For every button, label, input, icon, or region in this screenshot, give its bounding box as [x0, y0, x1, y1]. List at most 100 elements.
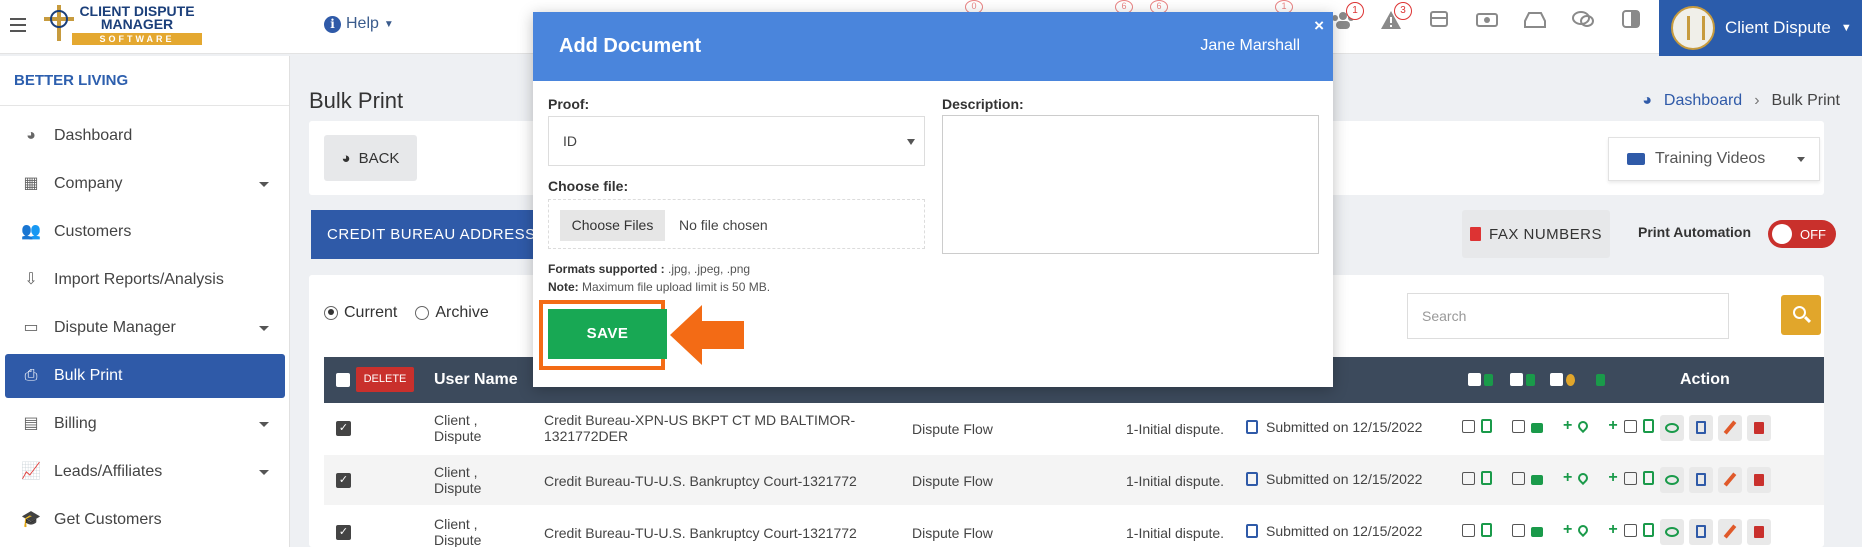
row-flags: + +: [1462, 418, 1654, 434]
formats-note: Formats supported : .jpg, .jpeg, .png: [548, 262, 750, 276]
plus-icon[interactable]: +: [1608, 470, 1617, 486]
header-checkbox[interactable]: [1468, 373, 1481, 386]
print-automation-label: Print Automation: [1638, 224, 1752, 240]
header-checkbox[interactable]: [1550, 373, 1563, 386]
sidebar-item-get-customers[interactable]: 🎓 Get Customers: [5, 498, 285, 542]
radio-archive[interactable]: Archive: [415, 304, 489, 322]
flag-checkbox[interactable]: [1512, 523, 1525, 537]
edit-button[interactable]: [1718, 519, 1742, 545]
delete-row-button[interactable]: [1747, 467, 1771, 493]
fax-numbers-button[interactable]: FAX NUMBERS: [1462, 210, 1610, 258]
search-icon-handle: [1803, 315, 1812, 324]
trash-icon: [1754, 422, 1764, 434]
lock-icon: [1531, 526, 1543, 537]
sidebar-item-label: Leads/Affiliates: [54, 463, 163, 480]
view-button[interactable]: [1660, 467, 1684, 493]
collapse-icon[interactable]: [1618, 10, 1644, 34]
chat-icon[interactable]: [1570, 10, 1596, 34]
back-button-label: BACK: [358, 149, 400, 167]
plus-icon[interactable]: +: [1563, 418, 1572, 434]
save-button[interactable]: SAVE: [548, 309, 667, 359]
notification-badge: 3: [1394, 2, 1412, 20]
flag-checkbox[interactable]: [1623, 523, 1637, 537]
search-button[interactable]: [1781, 295, 1821, 335]
sidebar-item-label: Billing: [54, 415, 97, 432]
plus-icon[interactable]: +: [1563, 522, 1572, 538]
help-menu[interactable]: i Help ▼: [324, 15, 394, 33]
view-button[interactable]: [1660, 415, 1684, 441]
chevron-down-icon: [1797, 157, 1805, 162]
header-action: Action: [1680, 371, 1730, 388]
edit-button[interactable]: [1718, 415, 1742, 441]
proof-select[interactable]: ID: [548, 116, 925, 166]
sidebar-item-billing[interactable]: ▤ Billing: [5, 402, 285, 446]
print-automation-toggle[interactable]: OFF: [1768, 220, 1836, 248]
user-menu[interactable]: Client Dispute ▼: [1659, 0, 1862, 56]
view-button[interactable]: [1660, 519, 1684, 545]
toggle-state-label: OFF: [1800, 227, 1826, 242]
money-icon[interactable]: [1474, 10, 1500, 34]
users-icon[interactable]: 1: [1330, 2, 1364, 34]
document-button[interactable]: [1689, 415, 1713, 441]
cell-bureau: Credit Bureau-TU-U.S. Bankruptcy Court-1…: [544, 525, 857, 541]
import-icon: ⇩: [24, 271, 38, 288]
pie-icon: ◕: [26, 127, 36, 144]
header-checkbox[interactable]: [1510, 373, 1523, 386]
trash-icon: [1754, 474, 1764, 486]
plus-icon[interactable]: +: [1608, 418, 1617, 434]
sidebar-item-bulk-print[interactable]: ⎙ Bulk Print: [5, 354, 285, 398]
chevron-down-icon: [259, 422, 269, 427]
back-button[interactable]: ◕ BACK: [324, 135, 417, 181]
row-checkbox[interactable]: ✓: [336, 525, 351, 540]
cell-flow: Dispute Flow: [912, 525, 993, 541]
sidebar-item-company[interactable]: ▦ Company: [5, 162, 285, 206]
chevron-down-icon: ▼: [1840, 22, 1852, 34]
document-button[interactable]: [1689, 519, 1713, 545]
add-document-modal: Add Document Jane Marshall × Proof: ID D…: [533, 12, 1333, 387]
document-button[interactable]: [1689, 467, 1713, 493]
select-all-checkbox[interactable]: [336, 373, 350, 387]
flag-checkbox[interactable]: [1623, 471, 1637, 485]
choose-files-button[interactable]: Choose Files: [560, 210, 665, 241]
sidebar-item-dispute-manager[interactable]: ▭ Dispute Manager: [5, 306, 285, 350]
plus-icon[interactable]: +: [1563, 470, 1572, 486]
app-logo[interactable]: CLIENT DISPUTE MANAGER SOFTWARE: [44, 3, 206, 45]
delete-row-button[interactable]: [1747, 519, 1771, 545]
alert-icon[interactable]: 3: [1378, 2, 1412, 34]
delete-button[interactable]: DELETE: [356, 367, 414, 392]
edit-button[interactable]: [1718, 467, 1742, 493]
row-checkbox[interactable]: ✓: [336, 421, 351, 436]
sidebar-item-dashboard[interactable]: ◕ Dashboard: [5, 114, 285, 158]
flag-checkbox[interactable]: [1462, 419, 1475, 433]
flag-checkbox[interactable]: [1462, 471, 1475, 485]
sidebar-item-leads-affiliates[interactable]: 📈 Leads/Affiliates: [5, 450, 285, 494]
row-actions: [1660, 467, 1771, 493]
cell-flow: Dispute Flow: [912, 421, 993, 437]
flag-checkbox[interactable]: [1623, 419, 1637, 433]
row-checkbox[interactable]: ✓: [336, 473, 351, 488]
breadcrumb-dashboard-link[interactable]: Dashboard: [1664, 92, 1742, 110]
sidebar-item-label: Bulk Print: [54, 367, 123, 384]
flag-checkbox[interactable]: [1512, 471, 1525, 485]
sidebar-item-customers[interactable]: 👥 Customers: [5, 210, 285, 254]
file-input[interactable]: Choose Files No file chosen: [548, 199, 925, 249]
hamburger-menu-icon[interactable]: [10, 18, 26, 32]
close-icon[interactable]: ×: [1314, 16, 1324, 36]
training-videos-dropdown[interactable]: Training Videos: [1608, 137, 1820, 181]
chevron-down-icon: [259, 326, 269, 331]
sidebar-item-import-reports[interactable]: ⇩ Import Reports/Analysis: [5, 258, 285, 302]
search-input[interactable]: Search: [1407, 293, 1729, 339]
pencil-icon: [1723, 524, 1737, 539]
inbox-icon[interactable]: [1522, 10, 1548, 34]
flag-checkbox[interactable]: [1462, 523, 1475, 537]
plus-icon[interactable]: +: [1608, 522, 1617, 538]
description-textarea[interactable]: [942, 115, 1319, 254]
calendar-icon: [1246, 420, 1258, 434]
archive-icon[interactable]: [1426, 10, 1452, 34]
delete-row-button[interactable]: [1747, 415, 1771, 441]
flag-checkbox[interactable]: [1512, 419, 1525, 433]
credit-bureau-address-button[interactable]: CREDIT BUREAU ADDRESS: [311, 210, 536, 259]
building-icon: ▦: [23, 175, 39, 192]
radio-current[interactable]: Current: [324, 304, 397, 322]
header-user-name[interactable]: User Name: [434, 371, 518, 389]
